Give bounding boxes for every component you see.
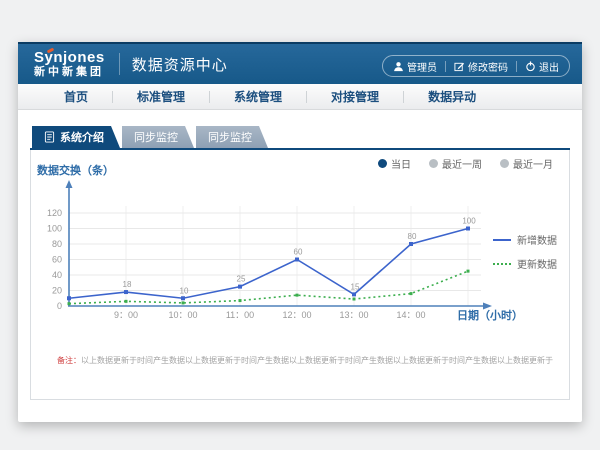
tab-label: 系统介绍: [60, 129, 104, 145]
legend-new-data[interactable]: 新增数据: [493, 232, 557, 247]
svg-text:数据交换（条）: 数据交换（条）: [37, 163, 114, 177]
svg-text:11：00: 11：00: [226, 310, 254, 320]
pill-divider: [445, 61, 446, 72]
radio-last-month[interactable]: 最近一月: [500, 156, 553, 171]
chart-legend: 新增数据 更新数据: [493, 232, 557, 271]
nav-item-home[interactable]: 首页: [40, 88, 112, 105]
footnote-text: 以上数据更新于时间产生数据以上数据更新于时间产生数据以上数据更新于时间产生数据以…: [81, 356, 553, 365]
tab-label: 同步监控: [134, 129, 178, 145]
radio-icon: [500, 159, 509, 168]
legend-label: 更新数据: [517, 256, 557, 271]
svg-text:12：00: 12：00: [282, 310, 311, 320]
legend-updated-data[interactable]: 更新数据: [493, 256, 557, 271]
tab-label: 同步监控: [208, 129, 252, 145]
user-icon: [393, 61, 404, 72]
svg-text:20: 20: [52, 286, 62, 296]
tab-system-intro[interactable]: 系统介绍: [32, 126, 120, 148]
tab-bar: 系统介绍 同步监控 同步监控: [32, 126, 582, 148]
tab-sync-monitor-2[interactable]: 同步监控: [196, 126, 268, 148]
user-menu[interactable]: 管理员: [393, 59, 437, 74]
nav-item-integration[interactable]: 对接管理: [307, 88, 403, 105]
header-divider: [119, 53, 120, 75]
svg-text:40: 40: [52, 270, 62, 280]
svg-text:18: 18: [123, 280, 132, 289]
tab-sync-monitor-1[interactable]: 同步监控: [122, 126, 194, 148]
solid-line-swatch: [493, 239, 511, 241]
footnote: 备注：以上数据更新于时间产生数据以上数据更新于时间产生数据以上数据更新于时间产生…: [57, 355, 553, 366]
radio-last-week[interactable]: 最近一周: [429, 156, 482, 171]
change-password-label: 修改密码: [468, 59, 508, 74]
logout-button[interactable]: 退出: [525, 59, 559, 74]
nav-item-system[interactable]: 系统管理: [210, 88, 306, 105]
logo-subtitle: 新中新集团: [34, 67, 105, 78]
svg-text:10: 10: [180, 286, 189, 295]
logout-label: 退出: [539, 59, 559, 74]
main-nav: 首页 标准管理 系统管理 对接管理 数据异动: [18, 84, 582, 110]
time-range-filter: 当日 最近一周 最近一月: [378, 156, 553, 171]
user-controls: 管理员 修改密码 退出: [382, 55, 570, 77]
app-header: Synjones 新中新集团 数据资源中心 管理员 修改密码: [18, 42, 582, 84]
change-password-button[interactable]: 修改密码: [454, 59, 508, 74]
radio-icon: [429, 159, 438, 168]
svg-text:100: 100: [47, 224, 62, 234]
legend-label: 新增数据: [517, 232, 557, 247]
app-window: Synjones 新中新集团 数据资源中心 管理员 修改密码: [18, 42, 582, 422]
nav-item-standards[interactable]: 标准管理: [113, 88, 209, 105]
page-title: 数据资源中心: [132, 54, 228, 75]
svg-text:9：00: 9：00: [114, 310, 138, 320]
radio-label: 当日: [391, 156, 411, 171]
svg-text:14：00: 14：00: [396, 310, 425, 320]
pill-divider: [516, 61, 517, 72]
desktop-background: Synjones 新中新集团 数据资源中心 管理员 修改密码: [0, 0, 600, 450]
dotted-line-swatch: [493, 263, 511, 265]
svg-text:15: 15: [351, 282, 360, 291]
svg-text:13：00: 13：00: [339, 310, 368, 320]
footnote-label: 备注：: [57, 356, 81, 365]
svg-text:10：00: 10：00: [168, 310, 197, 320]
svg-text:80: 80: [408, 232, 417, 241]
svg-text:0: 0: [57, 301, 62, 311]
radio-today[interactable]: 当日: [378, 156, 411, 171]
logo: Synjones 新中新集团: [34, 50, 105, 78]
svg-text:120: 120: [47, 208, 62, 218]
radio-icon: [378, 159, 387, 168]
chart-panel: 当日 最近一周 最近一月 0 20 40 60 80 100 120 9：00 10：00 11：…: [30, 150, 570, 400]
logo-text: Synjones: [34, 50, 105, 65]
svg-text:日期（小时）: 日期（小时）: [457, 308, 523, 322]
radio-label: 最近一月: [513, 156, 553, 171]
user-name: 管理员: [407, 59, 437, 74]
svg-text:60: 60: [52, 255, 62, 265]
radio-label: 最近一周: [442, 156, 482, 171]
svg-text:25: 25: [237, 275, 246, 284]
document-icon: [44, 131, 55, 143]
svg-text:60: 60: [294, 248, 303, 257]
edit-icon: [454, 61, 465, 72]
nav-item-data-change[interactable]: 数据异动: [404, 88, 500, 105]
svg-text:80: 80: [52, 239, 62, 249]
power-icon: [525, 61, 536, 72]
svg-text:100: 100: [462, 217, 476, 226]
